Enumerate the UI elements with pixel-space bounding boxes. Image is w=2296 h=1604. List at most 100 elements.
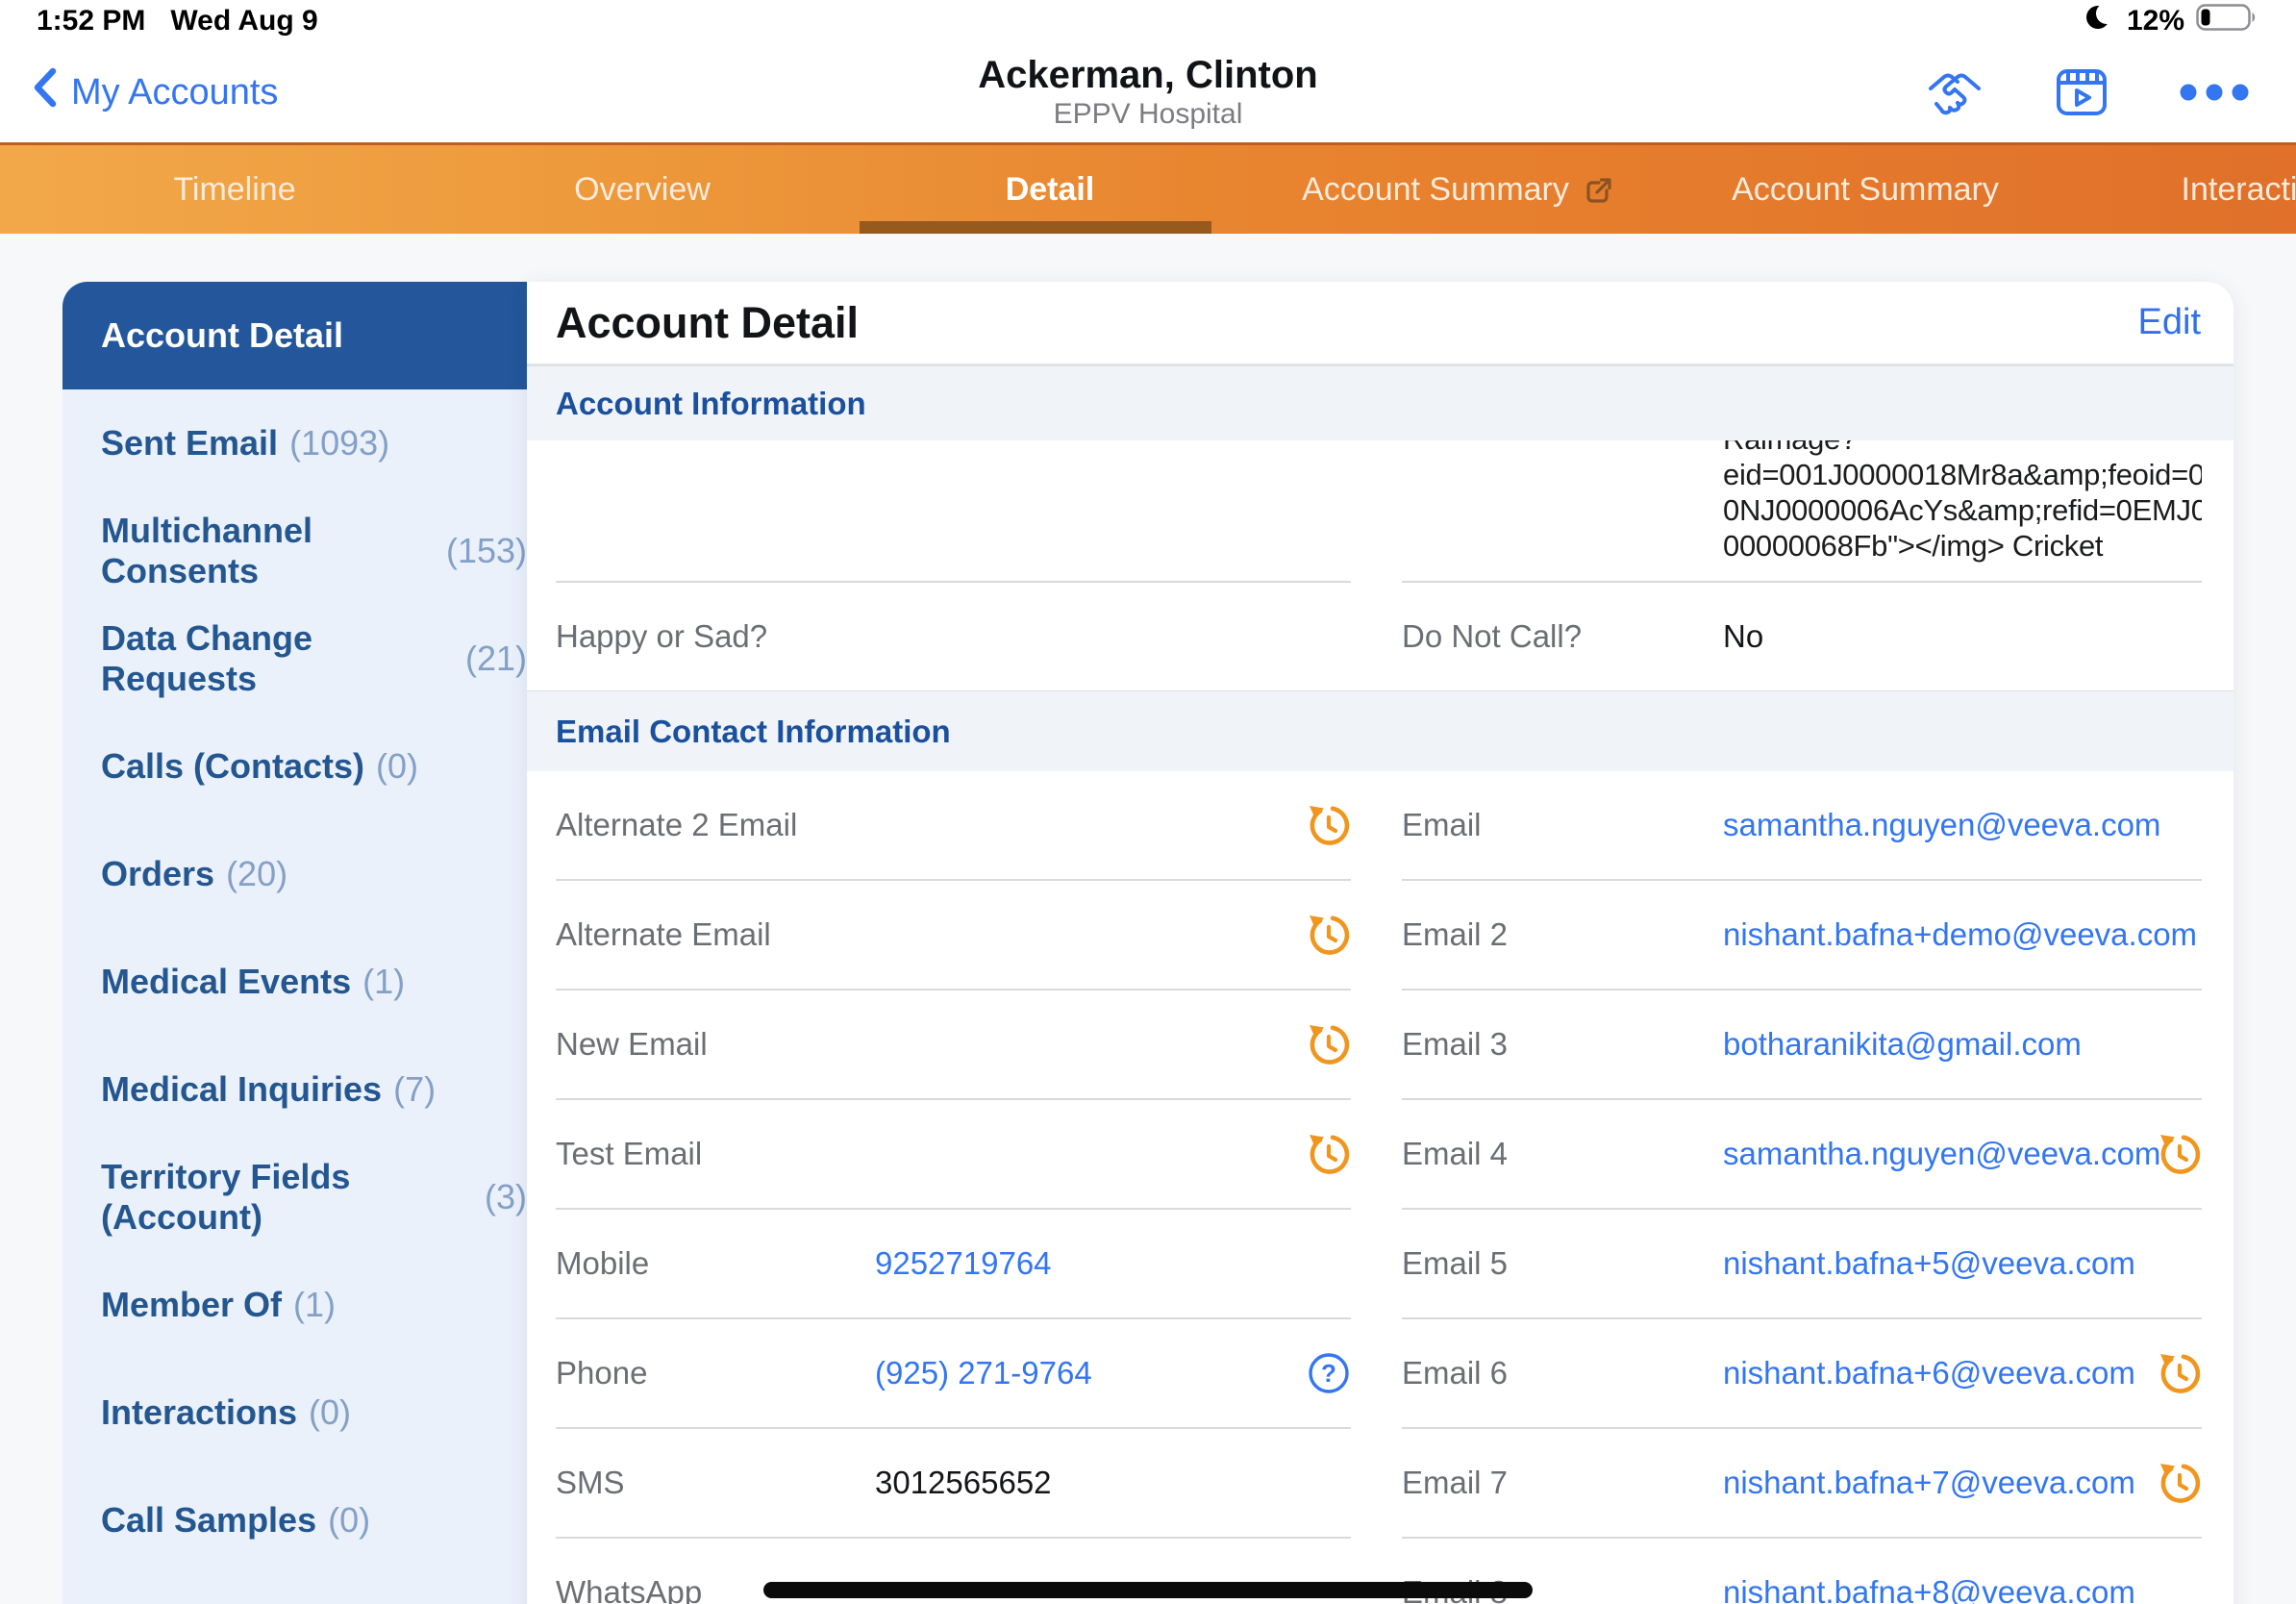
field-row-email-7: Email 7nishant.bafna+7@veeva.com (1402, 1429, 2202, 1539)
field-value-link[interactable]: nishant.bafna+demo@veeva.com (1723, 916, 2202, 953)
status-date: Wed Aug 9 (170, 5, 317, 38)
field-label: Mobile (556, 1245, 875, 1282)
field-row-sms: SMS3012565652 (556, 1429, 1351, 1539)
field-row-pair-2: New Email Email 3botharanikita@gmail.com (527, 990, 2234, 1100)
sidebar-item-medical-events[interactable]: Medical Events(1) (62, 928, 527, 1036)
happy-or-sad-field: Happy or Sad? (556, 583, 1351, 690)
tab-account-summary-4[interactable]: Account Summary (1661, 145, 2069, 234)
tab-detail-2[interactable]: Detail (846, 145, 1254, 234)
field-label: Email 6 (1402, 1355, 1723, 1391)
sidebar-item-territory-fields-account-[interactable]: Territory Fields (Account)(3) (62, 1143, 527, 1251)
veeva-crm-account-detail-screen: 1:52 PM Wed Aug 9 12% (0, 0, 2296, 1604)
field-row-email-2: Email 2nishant.bafna+demo@veeva.com (1402, 881, 2202, 990)
field-label: Email (1402, 807, 1723, 843)
sidebar-item-label: Interactions (101, 1392, 297, 1433)
field-row-pair-3: Test Email Email 4samantha.nguyen@veeva.c… (527, 1100, 2234, 1210)
history-icon[interactable] (1307, 803, 1351, 847)
field-value-link[interactable]: 9252719764 (875, 1245, 1351, 1282)
field-label: Phone (556, 1355, 875, 1391)
tab-bar: TimelineOverviewDetailAccount SummaryAcc… (0, 142, 2296, 234)
field-row-pair-4: Mobile9252719764 Email 5nishant.bafna+5@v… (527, 1210, 2234, 1319)
sidebar-item-orders[interactable]: Orders (20) (62, 820, 527, 928)
external-link-icon (1583, 176, 1613, 207)
field-row-email-6: Email 6nishant.bafna+6@veeva.com (1402, 1319, 2202, 1429)
battery-icon (2196, 2, 2259, 40)
media-player-icon[interactable] (2056, 67, 2108, 117)
sidebar-item-count: (0) (328, 1500, 370, 1541)
field-label: New Email (556, 1026, 875, 1063)
sidebar-item-count: (153) (446, 531, 527, 571)
sidebar-item-count: (7) (393, 1069, 436, 1110)
sidebar-item-sent-email[interactable]: Sent Email(1093) (62, 389, 527, 497)
happy-dnc-row: Happy or Sad? Do Not Call? No (527, 583, 2234, 690)
sidebar-item-count: (21) (465, 639, 527, 679)
field-row-email-3: Email 3botharanikita@gmail.com (1402, 990, 2202, 1100)
sidebar-item-count: (1) (362, 962, 405, 1002)
field-label: SMS (556, 1465, 875, 1501)
tab-timeline-0[interactable]: Timeline (31, 145, 438, 234)
field-value-link[interactable]: nishant.bafna+8@veeva.com (1723, 1574, 2202, 1604)
field-label: Email 5 (1402, 1245, 1723, 1282)
nav-bar: My Accounts Ackerman, Clinton EPPV Hospi… (0, 42, 2296, 142)
status-time: 1:52 PM (37, 5, 145, 38)
history-icon[interactable] (1307, 913, 1351, 957)
card-title: Account Detail (556, 298, 859, 348)
field-row-pair-5: Phone(925) 271-9764? Email 6nishant.bafna… (527, 1319, 2234, 1429)
page-title: Ackerman, Clinton (978, 53, 1317, 97)
section-header-account-information: Account Information (527, 365, 2234, 440)
field-row-email: Emailsamantha.nguyen@veeva.com (1402, 771, 2202, 881)
field-label: Email 2 (1402, 916, 1723, 953)
field-label: Alternate Email (556, 916, 875, 953)
tab-account-summary-3[interactable]: Account Summary (1254, 145, 1661, 234)
field-value-link[interactable]: samantha.nguyen@veeva.com (1723, 807, 2202, 843)
sidebar-item-multichannel-consents[interactable]: Multichannel Consents(153) (62, 497, 527, 605)
field-value-link[interactable]: nishant.bafna+5@veeva.com (1723, 1245, 2202, 1282)
field-label: Test Email (556, 1136, 875, 1172)
history-icon[interactable] (1307, 1022, 1351, 1066)
sidebar-item-interactions[interactable]: Interactions(0) (62, 1359, 527, 1466)
handshake-icon[interactable] (1925, 67, 1984, 117)
history-icon[interactable] (2158, 1132, 2202, 1176)
back-label: My Accounts (71, 72, 278, 113)
back-to-my-accounts-button[interactable]: My Accounts (33, 42, 278, 142)
field-label: Alternate 2 Email (556, 807, 875, 843)
tab-interaction-s-5[interactable]: Interaction S (2069, 145, 2296, 234)
sidebar-item-calls-contacts-[interactable]: Calls (Contacts)(0) (62, 713, 527, 820)
field-value-link[interactable]: samantha.nguyen@veeva.com (1723, 1136, 2158, 1172)
edit-button[interactable]: Edit (2138, 302, 2201, 343)
more-ellipsis-icon[interactable] (2179, 83, 2250, 102)
sidebar-item-call-samples[interactable]: Call Samples (0) (62, 1466, 527, 1574)
sidebar-item-count: (20) (226, 854, 287, 894)
sidebar-item-label: Call Samples (101, 1500, 316, 1541)
sidebar-item-member-of[interactable]: Member Of(1) (62, 1251, 527, 1359)
sidebar-item-label: Calls (Contacts) (101, 746, 364, 787)
sidebar-item-account-detail-selected[interactable]: Account Detail (62, 282, 527, 389)
section-header-email-contact-information: Email Contact Information (527, 690, 2234, 771)
field-row-mobile: Mobile9252719764 (556, 1210, 1351, 1319)
field-value-link[interactable]: nishant.bafna+6@veeva.com (1723, 1355, 2158, 1391)
tab-overview-1[interactable]: Overview (438, 145, 846, 234)
sidebar-item-data-change-requests[interactable]: Data Change Requests(21) (62, 605, 527, 713)
do-not-disturb-moon-icon (2084, 2, 2115, 40)
history-icon[interactable] (2158, 1351, 2202, 1395)
sidebar-item-medical-inquiries[interactable]: Medical Inquiries(7) (62, 1036, 527, 1143)
related-lists-sidebar: Account Detail Sent Email(1093)Multichan… (62, 282, 527, 1604)
home-indicator[interactable] (763, 1582, 1533, 1598)
sidebar-item-label: Orders (101, 854, 214, 894)
field-value-link[interactable]: (925) 271-9764 (875, 1355, 1307, 1391)
field-label: Email 3 (1402, 1026, 1723, 1063)
field-row-pair-6: SMS3012565652 Email 7nishant.bafna+7@veev… (527, 1429, 2234, 1539)
field-row-new-email: New Email (556, 990, 1351, 1100)
field-label: Email 4 (1402, 1136, 1723, 1172)
sidebar-item-label: Sent Email (101, 423, 278, 464)
help-icon[interactable]: ? (1307, 1351, 1351, 1395)
field-row-phone: Phone(925) 271-9764? (556, 1319, 1351, 1429)
history-icon[interactable] (2158, 1461, 2202, 1505)
field-value-link[interactable]: botharanikita@gmail.com (1723, 1026, 2202, 1063)
field-row-alternate-email: Alternate Email (556, 881, 1351, 990)
history-icon[interactable] (1307, 1132, 1351, 1176)
do-not-call-field: Do Not Call? No (1402, 583, 2202, 690)
field-row-pair-1: Alternate Email Email 2nishant.bafna+demo… (527, 881, 2234, 990)
field-value-link[interactable]: nishant.bafna+7@veeva.com (1723, 1465, 2158, 1501)
field-label: Do Not Call? (1402, 618, 1723, 655)
